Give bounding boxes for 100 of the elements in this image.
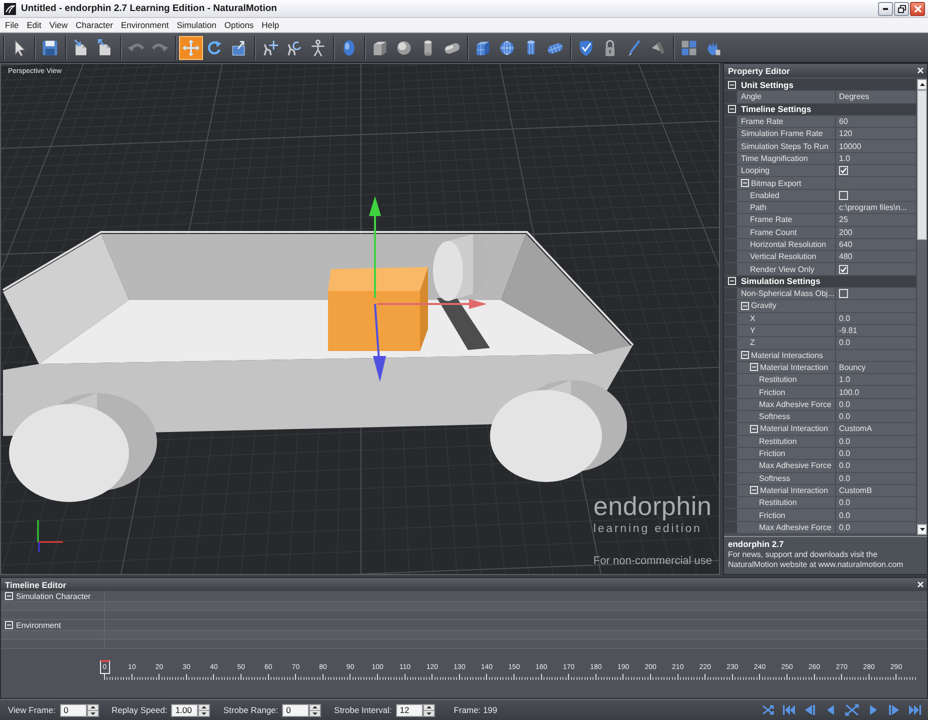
section-header[interactable]: Unit Settings <box>724 79 916 92</box>
checkbox[interactable] <box>839 190 848 200</box>
property-row[interactable]: Restitution 1.0 <box>724 374 916 386</box>
property-row[interactable]: Material Interaction Bouncy <box>724 362 916 374</box>
property-row[interactable]: Restitution 0.0 <box>724 497 916 510</box>
step-forward-icon[interactable] <box>887 704 901 716</box>
menu-item[interactable]: Help <box>258 20 284 30</box>
collapse-icon[interactable] <box>728 80 736 89</box>
property-row[interactable]: Friction 100.0 <box>724 386 916 399</box>
property-value: 0.0 <box>839 510 850 520</box>
checkbox[interactable] <box>839 264 848 274</box>
panel-title: Timeline Editor <box>5 580 66 590</box>
number-field[interactable]: 12 <box>396 704 423 716</box>
menu-item[interactable]: Environment <box>116 20 173 30</box>
property-row[interactable]: Simulation Frame Rate 120 <box>724 128 916 140</box>
restore-button[interactable] <box>894 2 909 16</box>
property-row[interactable]: Max Adhesive Force 0.0 <box>724 460 916 472</box>
checkbox[interactable] <box>839 166 848 176</box>
property-row[interactable]: Bitmap Export <box>724 177 916 190</box>
collapse-icon[interactable] <box>5 592 13 600</box>
property-row[interactable]: X 0.0 <box>724 312 916 325</box>
property-value: 200 <box>839 228 852 237</box>
number-field[interactable]: 0 <box>282 704 310 716</box>
property-row[interactable]: Frame Count 200 <box>724 226 916 239</box>
close-icon[interactable] <box>917 67 924 74</box>
scroll-up-button[interactable] <box>917 79 927 90</box>
property-row[interactable]: Simulation Steps To Run 10000 <box>724 140 916 153</box>
scrollbar[interactable] <box>916 79 927 535</box>
property-row[interactable]: Enabled <box>724 190 916 202</box>
menu-item[interactable]: Edit <box>22 20 46 30</box>
section-header[interactable]: Timeline Settings <box>724 104 916 116</box>
collapse-icon[interactable] <box>728 277 736 286</box>
property-row[interactable]: Material Interactions <box>724 350 916 362</box>
property-row[interactable]: Render View Only <box>724 263 916 276</box>
property-row[interactable]: Path c:\program files\n... <box>724 202 916 214</box>
property-row[interactable]: Gravity <box>724 300 916 313</box>
property-row[interactable]: Restitution 0.0 <box>724 436 916 448</box>
property-row[interactable]: Non-Spherical Mass Obj... <box>724 288 916 300</box>
property-value: 0.0 <box>839 314 850 323</box>
menu-item[interactable]: View <box>45 20 72 30</box>
collapse-icon[interactable] <box>750 424 758 433</box>
close-button[interactable] <box>910 2 925 16</box>
property-row[interactable]: Material Interaction CustomB <box>724 484 916 498</box>
minimize-button[interactable] <box>878 2 893 16</box>
step-back-icon[interactable] <box>803 704 817 716</box>
spin-arrows-icon[interactable] <box>198 704 210 716</box>
property-row[interactable]: Max Adhesive Force 0.0 <box>724 398 916 412</box>
property-row[interactable]: Y -9.81 <box>724 324 916 338</box>
property-row[interactable]: Vertical Resolution 480 <box>724 251 916 264</box>
property-row[interactable]: Z 0.0 <box>724 337 916 350</box>
collapse-icon[interactable] <box>5 621 13 629</box>
property-label: Friction <box>759 388 786 397</box>
property-row[interactable]: Time Magnification 1.0 <box>724 152 916 166</box>
track-row[interactable]: Environment <box>1 620 927 631</box>
track-row[interactable]: Simulation Character <box>1 591 927 602</box>
property-label: Render View Only <box>750 264 814 274</box>
checkbox[interactable] <box>839 289 848 298</box>
property-label: Horizontal Resolution <box>750 240 826 249</box>
number-field[interactable]: 1.00 <box>171 704 198 716</box>
scroll-down-button[interactable] <box>917 524 927 535</box>
property-row[interactable]: Max Adhesive Force 0.0 <box>724 522 916 534</box>
move-tool-button[interactable] <box>179 36 203 60</box>
menu-item[interactable]: Simulation <box>172 20 220 30</box>
property-row[interactable]: Angle Degrees <box>724 91 916 104</box>
property-row[interactable]: Looping <box>724 165 916 178</box>
property-row[interactable]: Softness 0.0 <box>724 472 916 485</box>
cross-arrows-icon[interactable] <box>761 704 775 716</box>
number-field[interactable]: 0 <box>60 704 87 716</box>
collapse-icon[interactable] <box>728 105 736 114</box>
logo-name: endorphin <box>593 493 712 519</box>
restore-icon <box>898 4 906 12</box>
menu-item[interactable]: Options <box>220 20 258 30</box>
property-row[interactable]: Friction 0.0 <box>724 448 916 460</box>
scroll-thumb[interactable] <box>917 90 927 240</box>
section-header[interactable]: Simulation Settings <box>724 276 916 288</box>
property-row[interactable]: Frame Rate 60 <box>724 116 916 128</box>
skip-to-start-icon[interactable] <box>782 704 796 716</box>
property-row[interactable]: Softness 0.0 <box>724 411 916 424</box>
property-value: 0.0 <box>839 436 850 446</box>
section-title: Timeline Settings <box>741 104 812 114</box>
collapse-icon[interactable] <box>750 486 758 494</box>
close-icon[interactable] <box>917 581 924 588</box>
collapse-icon[interactable] <box>741 302 749 310</box>
track-label: Environment <box>16 620 61 630</box>
collapse-icon[interactable] <box>741 179 749 188</box>
spin-arrows-icon[interactable] <box>86 704 99 716</box>
property-row[interactable]: Friction 0.0 <box>724 509 916 522</box>
property-value: 10000 <box>839 142 862 151</box>
property-row[interactable]: Material Interaction CustomA <box>724 423 916 436</box>
property-row[interactable]: Frame Rate 25 <box>724 214 916 227</box>
spin-arrows-icon[interactable] <box>309 704 322 716</box>
skip-to-end-icon[interactable] <box>908 704 922 716</box>
collapse-icon[interactable] <box>750 363 758 372</box>
cross-arrows-icon[interactable] <box>845 704 859 716</box>
collapse-icon[interactable] <box>741 351 749 360</box>
spin-arrows-icon[interactable] <box>422 704 435 716</box>
menu-item[interactable]: File <box>1 20 23 30</box>
property-value: CustomB <box>839 486 872 495</box>
menu-item[interactable]: Character <box>72 20 117 30</box>
property-row[interactable]: Horizontal Resolution 640 <box>724 238 916 252</box>
